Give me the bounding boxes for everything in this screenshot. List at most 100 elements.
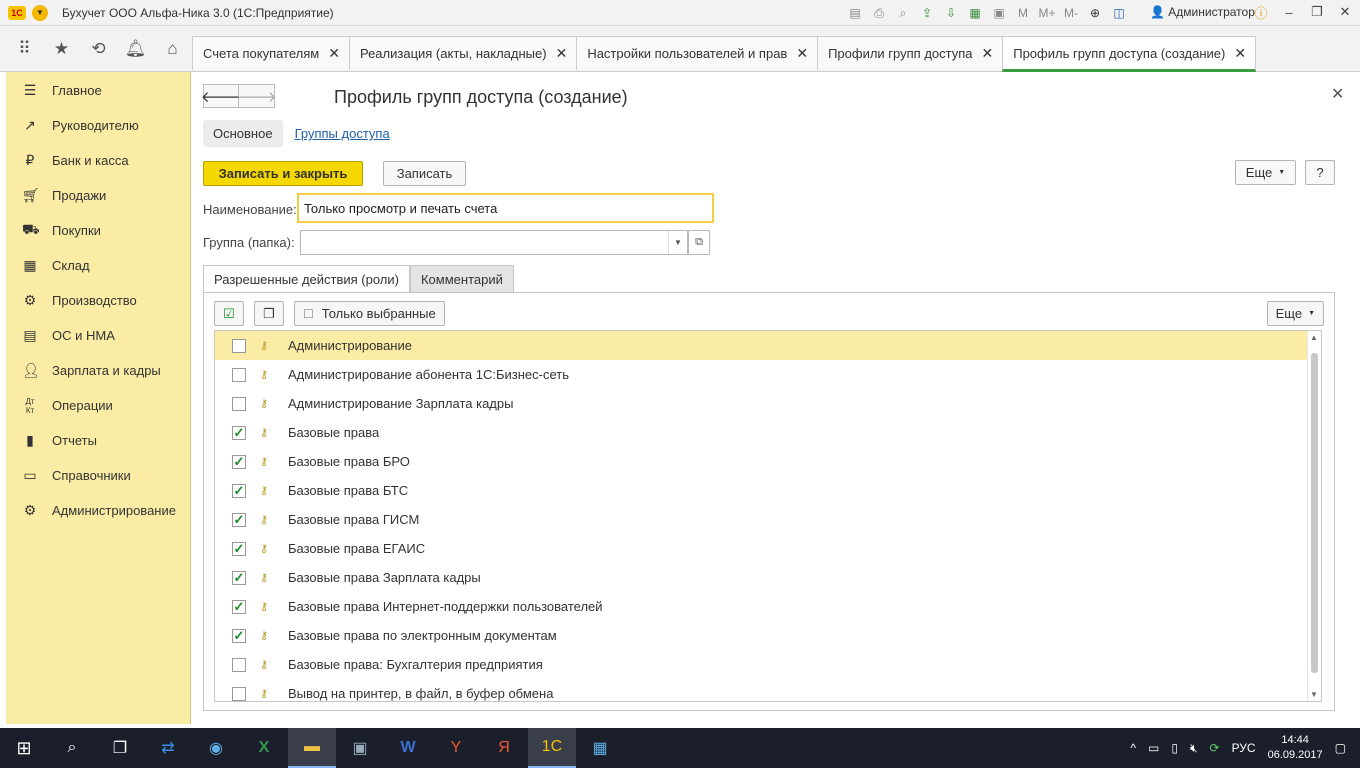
sidebar-item-operations[interactable]: Дт Кт Операции — [6, 388, 190, 423]
back-arrow-icon[interactable]: 🡐 — [201, 84, 241, 108]
forward-arrow-icon[interactable]: 🡒 — [236, 84, 277, 108]
windows-start-icon[interactable]: ⊞ — [0, 728, 48, 768]
sidebar-item-bank[interactable]: ₽ Банк и касса — [6, 143, 190, 178]
word-icon[interactable]: W — [384, 728, 432, 768]
role-row[interactable]: ✓ ⚷ Базовые права ГИСМ — [215, 505, 1321, 534]
search-icon[interactable]: ⌕ — [48, 728, 96, 768]
open-group-button[interactable]: ⧉ — [688, 230, 710, 255]
sidebar-item-warehouse[interactable]: ▦ Склад — [6, 248, 190, 283]
notifications-bell-icon[interactable]: 🔔︎ — [117, 34, 154, 64]
role-checkbox[interactable] — [232, 686, 246, 701]
show-hidden-icons-icon[interactable]: ^ — [1130, 741, 1136, 755]
role-row[interactable]: ✓ ⚷ Базовые права БТС — [215, 476, 1321, 505]
sidebar-item-directories[interactable]: ▭ Справочники — [6, 458, 190, 493]
roles-list[interactable]: ⚷ Администрирование ⚷ Администрирование або… — [214, 330, 1322, 702]
volume-muted-icon[interactable]: 🔇︎ — [1190, 741, 1198, 756]
role-checkbox[interactable] — [232, 396, 246, 411]
check-all-icon[interactable]: ☑ — [214, 301, 244, 326]
role-row[interactable]: ⚷ Администрирование Зарплата кадры — [215, 389, 1321, 418]
tab-access-profile-create[interactable]: Профиль групп доступа (создание) ✕ — [1002, 36, 1257, 72]
role-checkbox[interactable] — [232, 657, 246, 672]
scroll-down-icon[interactable]: ▼ — [1310, 690, 1318, 699]
file-explorer-icon[interactable]: ▬ — [288, 728, 336, 768]
restore-button[interactable]: ❐ — [1308, 3, 1326, 21]
download-icon[interactable]: ⇩ — [942, 4, 960, 22]
tab-sales[interactable]: Реализация (акты, накладные) ✕ — [348, 36, 578, 70]
role-checkbox[interactable]: ✓ — [232, 628, 246, 643]
upload-icon[interactable]: ⇪ — [918, 4, 936, 22]
list-more-button[interactable]: Еще ▼ — [1266, 301, 1324, 326]
favorites-star-icon[interactable]: ★ — [43, 34, 80, 64]
tab-user-settings[interactable]: Настройки пользователей и прав ✕ — [576, 36, 819, 70]
history-icon[interactable]: ⟲ — [80, 34, 117, 64]
computer-icon[interactable]: ▣ — [336, 728, 384, 768]
scroll-up-icon[interactable]: ▲ — [1310, 333, 1318, 342]
tab-allowed-roles[interactable]: Разрешенные действия (роли) — [203, 265, 410, 292]
print-icon[interactable]: ⎙ — [870, 4, 888, 22]
notifications-icon[interactable]: ▢ — [1335, 741, 1346, 755]
role-row[interactable]: ⚷ Администрирование — [215, 331, 1321, 360]
sidebar-item-production[interactable]: ⚙ Производство — [6, 283, 190, 318]
spreadsheet-icon[interactable]: ▦ — [966, 4, 984, 22]
close-tab-icon[interactable]: ✕ — [328, 45, 340, 62]
subnav-access-groups-link[interactable]: Группы доступа — [295, 126, 390, 141]
close-tab-icon[interactable]: ✕ — [796, 45, 808, 62]
role-row[interactable]: ✓ ⚷ Базовые права ЕГАИС — [215, 534, 1321, 563]
network-icon[interactable]: ▯ — [1171, 741, 1178, 755]
copy-icon[interactable]: ❐ — [254, 301, 284, 326]
help-button[interactable]: ? — [1305, 160, 1335, 185]
calendar-icon[interactable]: ▣ — [990, 4, 1008, 22]
close-tab-icon[interactable]: ✕ — [556, 45, 568, 62]
save-icon[interactable]: ▤ — [846, 4, 864, 22]
name-field[interactable]: Только просмотр и печать счета — [297, 193, 714, 223]
role-row[interactable]: ✓ ⚷ Базовые права Зарплата кадры — [215, 563, 1321, 592]
sidebar-item-payroll[interactable]: 👤︎ Зарплата и кадры — [6, 353, 190, 388]
user-name[interactable]: 👤 Администратор — [1150, 5, 1255, 19]
role-row[interactable]: ✓ ⚷ Базовые права по электронным документа… — [215, 621, 1321, 650]
teamviewer-icon[interactable]: ⇄ — [144, 728, 192, 768]
subnav-main[interactable]: Основное — [203, 120, 283, 147]
role-checkbox[interactable] — [232, 367, 246, 382]
info-icon[interactable]: ⓘ — [1252, 3, 1270, 21]
role-checkbox[interactable]: ✓ — [232, 425, 246, 440]
preview-icon[interactable]: ⌕ — [894, 4, 912, 22]
close-tab-icon[interactable]: ✕ — [982, 45, 994, 62]
memory-plus-icon[interactable]: M+ — [1038, 4, 1056, 22]
memory-minus-icon[interactable]: M- — [1062, 4, 1080, 22]
save-and-close-button[interactable]: Записать и закрыть — [203, 161, 363, 186]
home-icon[interactable]: ⌂ — [154, 34, 191, 64]
role-checkbox[interactable]: ✓ — [232, 570, 246, 585]
sidebar-item-main[interactable]: ☰ Главное — [6, 73, 190, 108]
only-selected-toggle[interactable]: ☐ Только выбранные — [294, 301, 445, 326]
role-checkbox[interactable]: ✓ — [232, 512, 246, 527]
yandex-browser-icon[interactable]: Y — [432, 728, 480, 768]
1c-app-icon[interactable]: 1С — [528, 728, 576, 768]
panel-icon[interactable]: ◫ — [1110, 4, 1128, 22]
sidebar-item-administration[interactable]: ⚙ Администрирование — [6, 493, 190, 528]
role-checkbox[interactable] — [232, 338, 246, 353]
role-row[interactable]: ⚷ Вывод на принтер, в файл, в буфер обмен… — [215, 679, 1321, 701]
roles-scrollbar[interactable]: ▲ ▼ — [1307, 331, 1321, 701]
role-checkbox[interactable]: ✓ — [232, 454, 246, 469]
excel-icon[interactable]: X — [240, 728, 288, 768]
scroll-thumb[interactable] — [1311, 353, 1318, 673]
battery-icon[interactable]: ▭ — [1148, 741, 1159, 755]
more-button[interactable]: Еще ▼ — [1235, 160, 1296, 185]
group-field[interactable]: ▼ — [300, 230, 688, 255]
tab-invoices[interactable]: Счета покупателям ✕ — [192, 36, 350, 70]
close-tab-icon[interactable]: ✕ — [1234, 45, 1246, 62]
sidebar-item-assets[interactable]: ▤ ОС и НМА — [6, 318, 190, 353]
role-row[interactable]: ⚷ Базовые права: Бухгалтерия предприятия — [215, 650, 1321, 679]
tab-access-profiles[interactable]: Профили групп доступа ✕ — [817, 36, 1004, 70]
remote-desktop-icon[interactable]: ▦ — [576, 728, 624, 768]
tab-comment[interactable]: Комментарий — [409, 265, 514, 292]
role-checkbox[interactable]: ✓ — [232, 599, 246, 614]
zoom-icon[interactable]: ⊕ — [1086, 4, 1104, 22]
close-window-button[interactable]: ✕ — [1336, 3, 1354, 21]
role-row[interactable]: ✓ ⚷ Базовые права Интернет-поддержки польз… — [215, 592, 1321, 621]
network-globe-icon[interactable]: ◉ — [192, 728, 240, 768]
memory-icon[interactable]: M — [1014, 4, 1032, 22]
role-row[interactable]: ✓ ⚷ Базовые права БРО — [215, 447, 1321, 476]
close-form-icon[interactable]: ✕ — [1331, 84, 1344, 104]
clock[interactable]: 14:44 06.09.2017 — [1268, 733, 1323, 763]
